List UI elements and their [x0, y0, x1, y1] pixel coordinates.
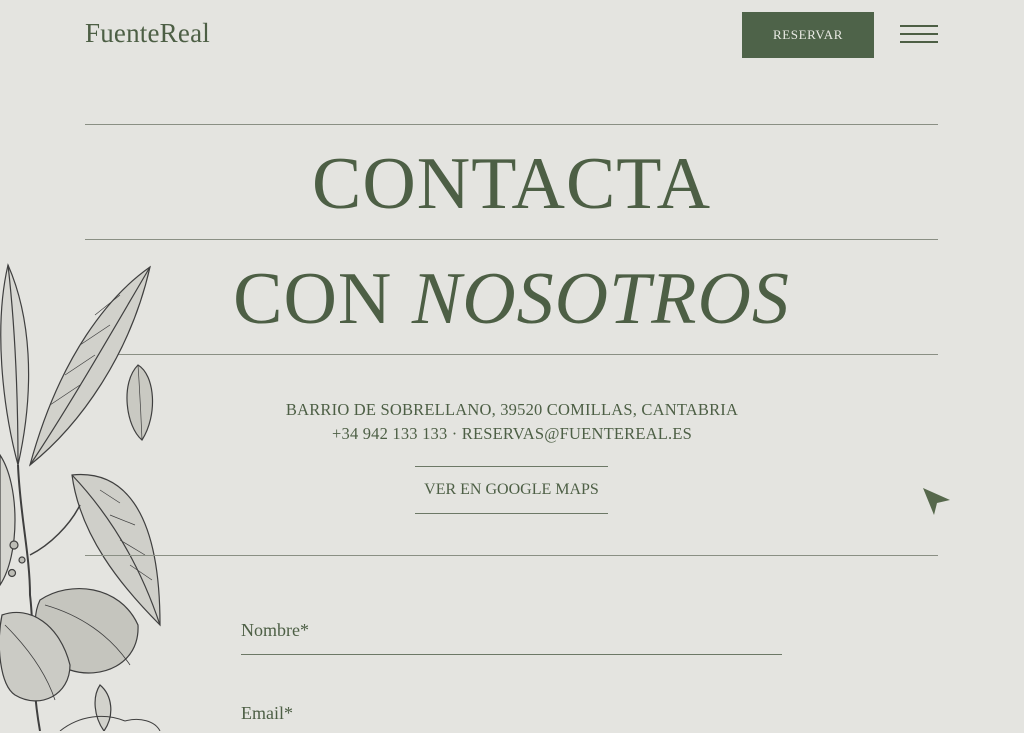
- address-text: BARRIO DE SOBRELLANO, 39520 COMILLAS, CA…: [285, 400, 739, 419]
- cursor-arrow-icon: [923, 488, 950, 515]
- reserve-button[interactable]: RESERVAR: [742, 12, 874, 58]
- botanical-illustration: [0, 263, 161, 731]
- title-text-italic: NOSOTROS: [411, 258, 790, 340]
- name-field-underline: [241, 654, 782, 655]
- google-maps-link[interactable]: VER EN GOOGLE MAPS: [415, 466, 608, 514]
- email-link[interactable]: RESERVAS@FUENTEREAL.ES: [462, 424, 692, 443]
- phone-link[interactable]: +34 942 133 133: [332, 424, 447, 443]
- title-text-plain: CON: [233, 258, 393, 340]
- menu-bar: [900, 41, 938, 43]
- divider: [85, 124, 938, 125]
- separator: ·: [451, 424, 458, 443]
- divider: [85, 555, 938, 556]
- page-title-line1: CONTACTA: [85, 147, 938, 221]
- title-text: CONTACTA: [311, 143, 712, 225]
- contact-line: +34 942 133 133 · RESERVAS@FUENTEREAL.ES: [0, 424, 1024, 444]
- divider: [85, 354, 938, 355]
- menu-bar: [900, 33, 938, 35]
- name-field[interactable]: [241, 622, 786, 654]
- menu-bar: [900, 25, 938, 27]
- divider: [85, 239, 938, 240]
- email-field[interactable]: [241, 701, 786, 733]
- hamburger-menu-icon[interactable]: [900, 25, 938, 45]
- site-logo[interactable]: FuenteReal: [85, 18, 210, 49]
- page-title-line2: CON NOSOTROS: [85, 262, 938, 336]
